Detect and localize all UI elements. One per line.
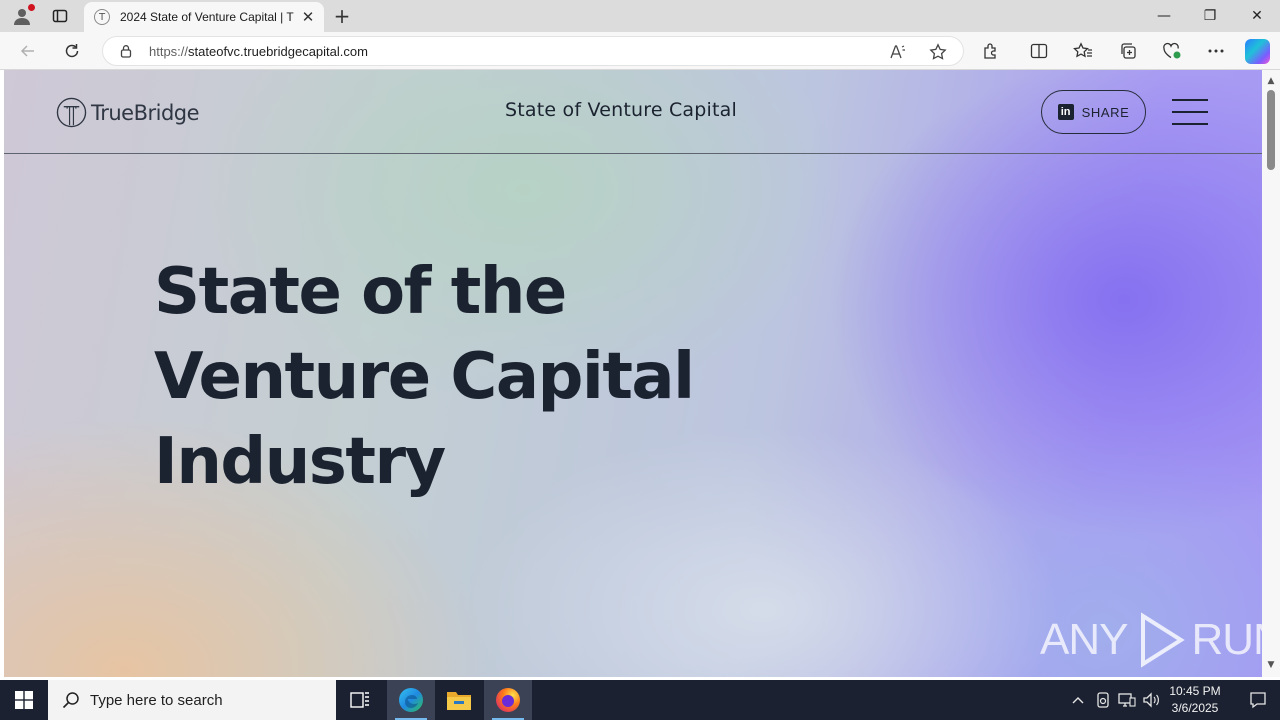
hamburger-menu-icon[interactable] [1172,98,1210,126]
scroll-down-icon[interactable]: ▼ [1262,657,1280,673]
scrollbar-thumb[interactable] [1267,90,1275,170]
watermark-right: RUN [1191,615,1262,664]
tray-volume-icon[interactable] [1141,690,1161,710]
share-label: SHARE [1081,104,1130,120]
new-tab-button[interactable]: + [330,0,354,32]
clock-date: 3/6/2025 [1171,701,1219,715]
favorites-icon[interactable] [1069,37,1097,65]
hero-title-line-1: State of the [154,255,567,329]
tray-device-icon[interactable] [1093,690,1113,710]
favorite-star-icon[interactable] [927,41,949,63]
site-header: TrueBridge State of Venture Capital in S… [4,70,1262,154]
lock-icon[interactable] [119,44,133,58]
url-scheme: https:// [149,44,189,59]
copilot-icon[interactable] [1245,39,1270,64]
refresh-icon[interactable] [58,37,86,65]
profile-alert-dot [28,4,35,11]
taskbar-firefox-icon[interactable] [484,680,532,720]
taskbar-clock[interactable]: 10:45 PM 3/6/2025 [1162,683,1228,717]
taskbar-search-box[interactable]: Type here to search [48,680,336,720]
browser-tab-active[interactable]: T 2024 State of Venture Capital | Tru ✕ [84,2,324,32]
extensions-icon[interactable] [977,37,1005,65]
close-window-button[interactable]: ✕ [1234,0,1280,32]
taskbar-edge-icon[interactable] [387,680,435,720]
read-aloud-icon[interactable] [887,41,909,63]
clock-time: 10:45 PM [1169,684,1221,698]
watermark-left: ANY [1040,615,1128,664]
logo-text: TrueBridge [91,100,200,125]
hero-title: State of the Venture Capital Industry [154,250,854,505]
hero-title-line-2: Venture Capital [154,340,695,414]
taskbar-file-explorer-icon[interactable] [435,680,483,720]
url-host: stateofvc.truebridgecapital.com [188,44,368,59]
restore-button[interactable]: ❐ [1187,0,1233,32]
browser-toolbar: https://stateofvc.truebridgecapital.com [0,32,1280,70]
hero-title-line-3: Industry [154,425,446,499]
tab-close-icon[interactable]: ✕ [300,8,316,26]
linkedin-icon: in [1057,104,1074,120]
profile-icon[interactable] [8,0,36,32]
tray-network-icon[interactable] [1117,690,1137,710]
search-icon [62,692,79,709]
tab-favicon-icon: T [94,9,110,25]
truebridge-logo-icon [56,97,87,128]
address-bar[interactable]: https://stateofvc.truebridgecapital.com [102,36,964,66]
search-placeholder: Type here to search [90,691,223,709]
task-view-icon[interactable] [336,680,384,720]
truebridge-logo[interactable]: TrueBridge [56,97,200,128]
share-button[interactable]: in SHARE [1041,90,1146,134]
browser-tab-strip: T 2024 State of Venture Capital | Tru ✕ … [0,0,1280,32]
anyrun-watermark: ANY RUN [1040,610,1262,670]
notification-center-icon[interactable] [1236,680,1280,720]
windows-taskbar: Type here to search 10:45 PM 3/6/2025 [0,680,1280,720]
tray-overflow-chevron-icon[interactable] [1068,690,1088,710]
scroll-up-icon[interactable]: ▲ [1262,73,1280,89]
back-icon[interactable] [14,37,42,65]
minimize-button[interactable]: — [1141,0,1187,32]
web-page-viewport: TrueBridge State of Venture Capital in S… [4,70,1262,677]
address-url: https://stateofvc.truebridgecapital.com [149,44,368,59]
split-screen-icon[interactable] [1025,37,1053,65]
more-icon[interactable] [1202,37,1230,65]
browser-essentials-icon[interactable] [1158,37,1186,65]
page-scrollbar[interactable]: ▲ ▼ [1262,70,1280,677]
tab-actions-icon[interactable] [46,0,74,32]
collections-icon[interactable] [1114,37,1142,65]
windows-start-icon[interactable] [0,680,48,720]
site-title: State of Venture Capital [505,99,737,121]
tab-title: 2024 State of Venture Capital | Tru [120,10,294,24]
watermark-play-icon [1141,612,1186,668]
